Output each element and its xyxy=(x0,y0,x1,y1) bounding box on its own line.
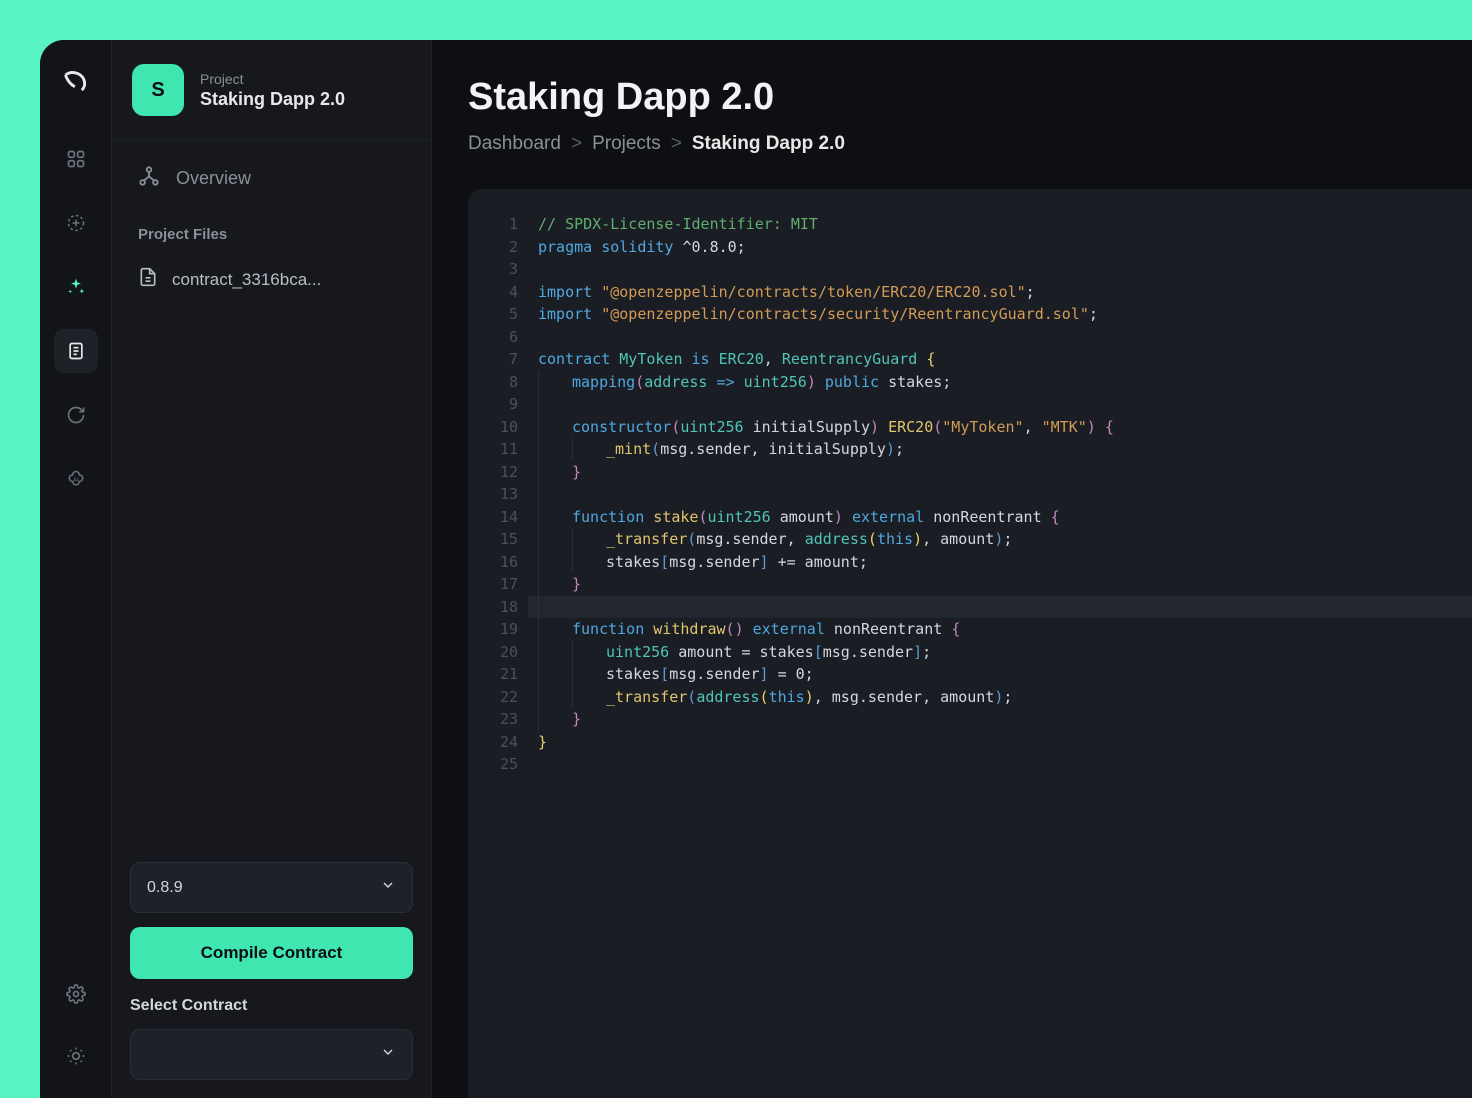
svg-text:AI: AI xyxy=(73,478,79,484)
chevron-down-icon xyxy=(380,1044,396,1065)
file-name: contract_3316bca... xyxy=(172,270,321,290)
nav-ai[interactable] xyxy=(54,265,98,309)
nav-refresh[interactable] xyxy=(54,393,98,437)
hierarchy-icon xyxy=(138,165,160,192)
select-contract-label: Select Contract xyxy=(130,997,413,1015)
chevron-down-icon xyxy=(380,877,396,898)
page-title: Staking Dapp 2.0 xyxy=(468,76,1472,119)
breadcrumb-sep: > xyxy=(671,133,682,155)
breadcrumb: Dashboard > Projects > Staking Dapp 2.0 xyxy=(468,133,1472,155)
nav-rail: AI xyxy=(40,40,112,1098)
project-files-label: Project Files xyxy=(112,216,431,257)
nav-theme[interactable] xyxy=(54,1034,98,1078)
breadcrumb-sep: > xyxy=(571,133,582,155)
project-name: Staking Dapp 2.0 xyxy=(200,89,345,110)
nav-files[interactable] xyxy=(54,329,98,373)
breadcrumb-item[interactable]: Dashboard xyxy=(468,133,561,155)
project-header: S Project Staking Dapp 2.0 xyxy=(112,40,431,141)
version-select[interactable]: 0.8.9 xyxy=(130,862,413,913)
breadcrumb-item[interactable]: Projects xyxy=(592,133,661,155)
version-value: 0.8.9 xyxy=(147,879,183,897)
code-editor[interactable]: 1234567891011121314151617181920212223242… xyxy=(468,189,1472,1098)
line-gutter: 1234567891011121314151617181920212223242… xyxy=(468,213,538,1098)
code-content[interactable]: // SPDX-License-Identifier: MITpragma so… xyxy=(538,213,1472,1098)
sidebar-bottom: 0.8.9 Compile Contract Select Contract xyxy=(112,844,431,1098)
nav-settings[interactable] xyxy=(54,972,98,1016)
nav-ai-model[interactable]: AI xyxy=(54,457,98,501)
file-item[interactable]: contract_3316bca... xyxy=(112,257,431,302)
sidebar-overview[interactable]: Overview xyxy=(112,141,431,216)
sidebar: S Project Staking Dapp 2.0 Overview Proj… xyxy=(112,40,432,1098)
nav-rail-items: AI xyxy=(54,137,98,501)
nav-add[interactable] xyxy=(54,201,98,245)
breadcrumb-current: Staking Dapp 2.0 xyxy=(692,133,845,155)
file-icon xyxy=(138,267,158,292)
app-logo xyxy=(62,68,90,101)
overview-label: Overview xyxy=(176,168,251,189)
contract-select[interactable] xyxy=(130,1029,413,1080)
nav-dashboard[interactable] xyxy=(54,137,98,181)
compile-button[interactable]: Compile Contract xyxy=(130,927,413,979)
main-panel: Staking Dapp 2.0 Dashboard > Projects > … xyxy=(432,40,1472,1098)
project-badge: S xyxy=(132,64,184,116)
app-window: AI S Project Staking Dapp 2.0 Overview xyxy=(40,40,1472,1098)
nav-rail-bottom xyxy=(54,972,98,1078)
project-label: Project xyxy=(200,71,345,87)
